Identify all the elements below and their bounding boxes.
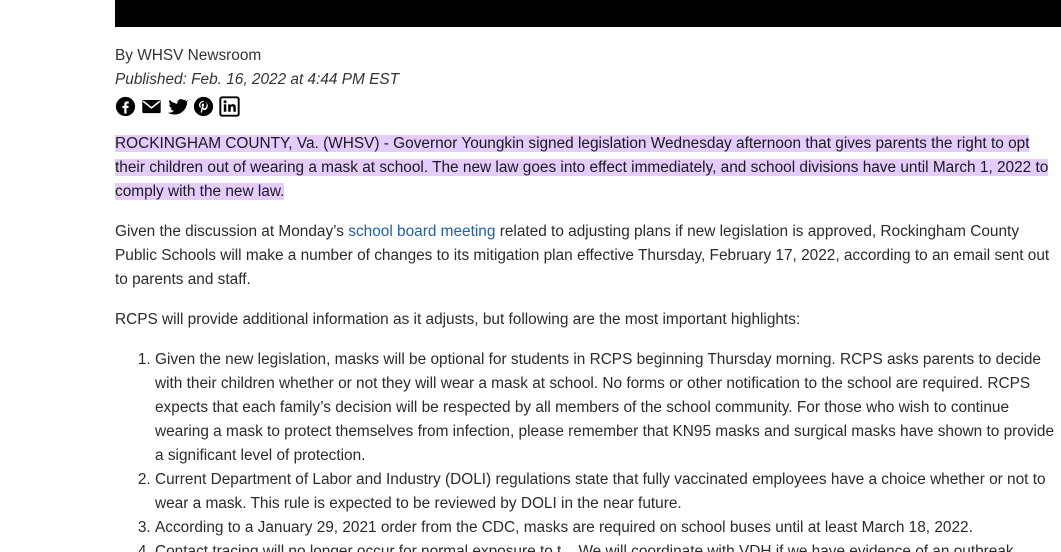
list-item: According to a January 29, 2021 order fr… <box>155 516 1055 540</box>
page: By WHSV Newsroom Published: Feb. 16, 202… <box>0 0 1061 552</box>
email-icon[interactable] <box>141 96 162 117</box>
lead-paragraph: ROCKINGHAM COUNTY, Va. (WHSV) - Governor… <box>115 132 1055 204</box>
pinterest-icon[interactable] <box>193 96 214 117</box>
share-bar <box>115 94 1055 118</box>
byline: By WHSV Newsroom <box>115 47 262 64</box>
twitter-icon[interactable] <box>167 96 188 117</box>
highlighted-lead-text: ROCKINGHAM COUNTY, Va. (WHSV) - Governor… <box>115 135 1049 200</box>
linkedin-icon[interactable] <box>219 95 240 117</box>
article: By WHSV Newsroom Published: Feb. 16, 202… <box>115 44 1055 552</box>
paragraph-highlights-intro: RCPS will provide additional information… <box>115 311 801 328</box>
list-item: Current Department of Labor and Industry… <box>155 468 1055 516</box>
facebook-icon[interactable] <box>115 96 136 117</box>
paragraph-text-before-link: Given the discussion at Monday’s <box>115 223 349 240</box>
list-item: Given the new legislation, masks will be… <box>155 348 1055 468</box>
paragraph-school-board: Given the discussion at Monday’s school … <box>115 220 1055 292</box>
highlights-list: Given the new legislation, masks will be… <box>115 348 1055 552</box>
published-date: Published: Feb. 16, 2022 at 4:44 PM EST <box>115 71 400 88</box>
school-board-meeting-link[interactable]: school board meeting <box>348 223 495 240</box>
list-item: Contact tracing will no longer occur for… <box>155 540 1055 552</box>
video-player-bottom[interactable] <box>115 0 1061 27</box>
